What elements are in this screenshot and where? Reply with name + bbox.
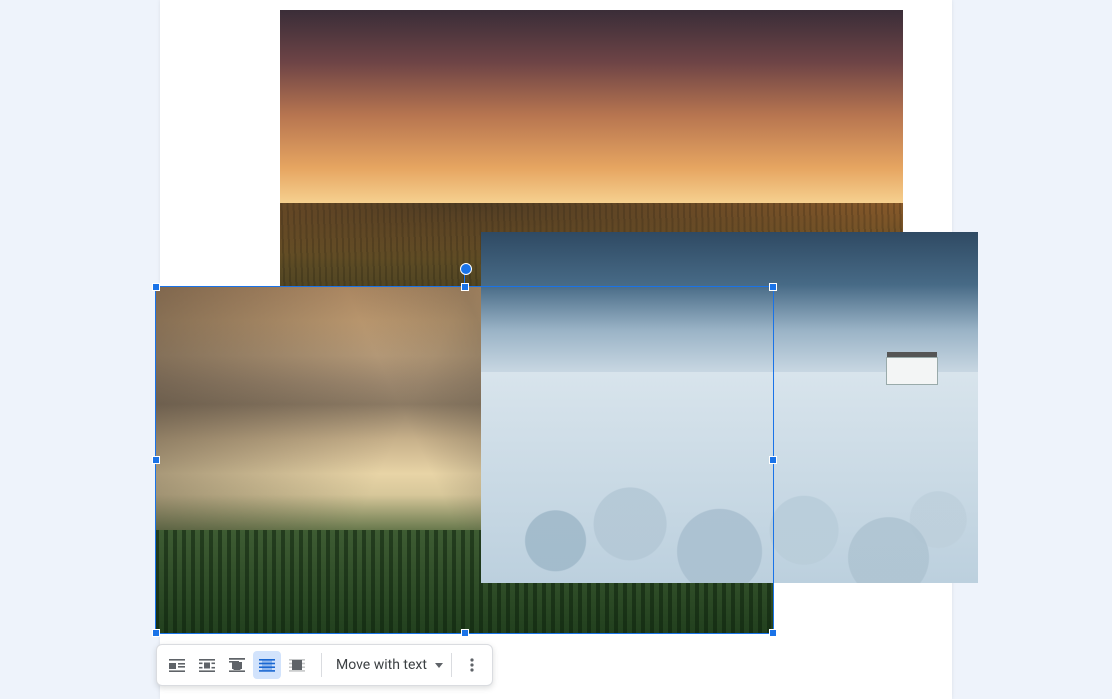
behind-text-icon: [258, 656, 276, 674]
resize-handle-bottom-left[interactable]: [152, 629, 160, 637]
resize-handle-top-left[interactable]: [152, 283, 160, 291]
wrap-text-icon: [198, 656, 216, 674]
move-with-text-dropdown[interactable]: Move with text: [324, 651, 449, 679]
resize-handle-top-right[interactable]: [769, 283, 777, 291]
more-options-button[interactable]: [458, 651, 486, 679]
break-text-button[interactable]: [223, 651, 251, 679]
text-wrap-group: [163, 651, 319, 679]
wrap-in-line-button[interactable]: [163, 651, 191, 679]
more-vertical-icon: [463, 656, 481, 674]
wrap-in-line-icon: [168, 656, 186, 674]
behind-text-button[interactable]: [253, 651, 281, 679]
break-text-icon: [228, 656, 246, 674]
in-front-of-text-button[interactable]: [283, 651, 311, 679]
move-with-text-label: Move with text: [336, 657, 427, 673]
toolbar-separator: [451, 653, 452, 677]
resize-handle-top-middle[interactable]: [461, 283, 469, 291]
toolbar-separator: [321, 653, 322, 677]
dropdown-arrow-icon: [435, 663, 443, 668]
in-front-of-text-icon: [288, 656, 306, 674]
image-options-toolbar: Move with text: [156, 644, 493, 686]
winter-landscape-image[interactable]: [481, 232, 978, 583]
resize-handle-bottom-right[interactable]: [769, 629, 777, 637]
resize-handle-middle-right[interactable]: [769, 456, 777, 464]
rotate-handle[interactable]: [460, 263, 472, 275]
resize-handle-middle-left[interactable]: [152, 456, 160, 464]
wrap-text-button[interactable]: [193, 651, 221, 679]
resize-handle-bottom-middle[interactable]: [461, 629, 469, 637]
